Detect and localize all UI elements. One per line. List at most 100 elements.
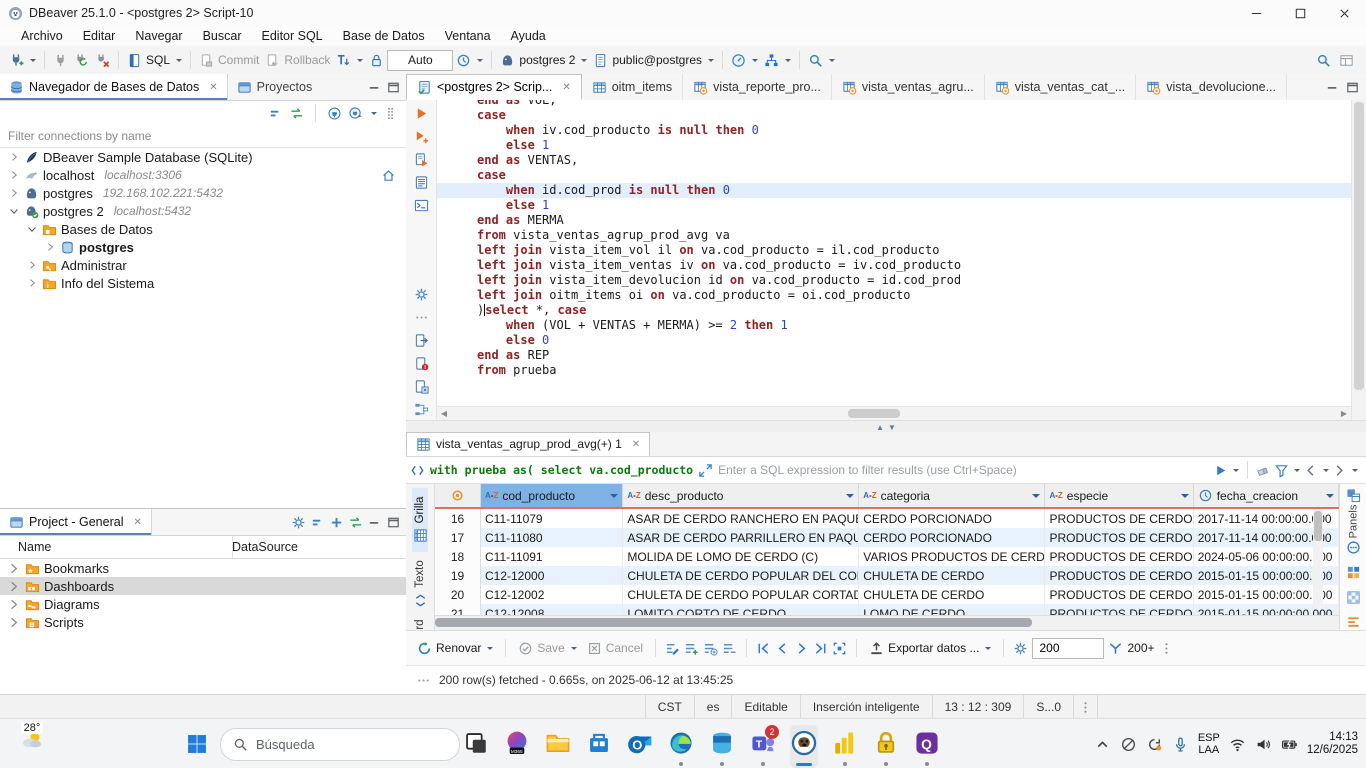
grid-cell[interactable]: PRODUCTOS DE CERDO [1045,585,1193,604]
grid-cell[interactable]: C11-11091 [481,547,623,566]
code-line[interactable]: end as REP [437,348,1351,363]
dropdown-caret[interactable] [357,59,363,65]
code-line[interactable]: else 0 [437,333,1351,348]
maximize-panel-icon[interactable] [386,80,401,95]
grid-cell[interactable]: CHULETA DE CERDO POPULAR CORTADA [623,585,859,604]
expander-icon[interactable] [6,615,21,630]
grid-vertical-scrollbar[interactable] [1313,509,1323,609]
tree-item-bases-de-datos[interactable]: Bases de Datos [0,220,406,238]
next-row-icon[interactable] [794,641,809,656]
new-connection-button[interactable] [6,51,39,70]
new-sql-editor-button[interactable]: SQL [124,51,185,70]
grid-cell[interactable]: C11-11079 [481,509,623,528]
fetch-next-icon[interactable] [1108,641,1123,656]
dropdown-caret[interactable] [829,59,835,65]
taskbar-microsoft-store[interactable] [585,725,613,768]
dropdown-caret[interactable] [581,59,587,65]
first-row-icon[interactable] [756,641,771,656]
filter-history-back-icon[interactable] [1303,463,1318,478]
clock[interactable]: 14:13 12/6/2025 [1307,731,1358,757]
panels-icon[interactable] [1346,488,1361,503]
rollback-button[interactable]: Rollback [262,51,333,70]
data-transfer-icon[interactable] [414,402,429,417]
grid-cell[interactable]: PRODUCTOS DE CERDO [1045,547,1193,566]
fetch-more-label[interactable]: 200+ [1127,641,1154,655]
menu-editar[interactable]: Editar [74,27,125,45]
tab-texto[interactable]: Texto [412,552,428,616]
grid-cell[interactable]: PRODUCTOS DE CERDO [1045,509,1193,528]
filter-history-forward-icon[interactable] [1332,463,1347,478]
filter-connections-icon[interactable] [348,106,363,121]
grid-cell[interactable]: CERDO PORCIONADO [859,509,1045,528]
code-line[interactable]: when (VOL + VENTAS + MERMA) >= 2 then 1 [437,318,1351,333]
project-item-diagrams[interactable]: Diagrams [0,595,406,613]
dropdown-caret[interactable] [571,647,577,653]
value-viewer-icon[interactable] [1346,540,1361,555]
code-line[interactable]: from vista_ventas_agrup_prod_avg va [437,228,1351,243]
grid-cell[interactable]: PRODUCTOS DE CERDO [1045,604,1193,615]
editor-tab-vista-ventas-cat[interactable]: vista_ventas_cat_... [985,74,1136,100]
grid-cell[interactable]: PRODUCTOS DE CERDO [1045,566,1193,585]
dropdown-caret[interactable] [785,59,791,65]
taskbar-outlook[interactable]: O [626,725,654,768]
save-button[interactable]: Save [515,639,579,658]
grid-cell[interactable]: CERDO PORCIONADO [859,528,1045,547]
row-number[interactable]: 17 [435,528,481,547]
tree-item-info-del-sistema[interactable]: i Info del Sistema [0,274,406,292]
code-line[interactable]: end as VOL, [437,100,1351,108]
tree-item-administrar[interactable]: Administrar [0,256,406,274]
project-item-bookmarks[interactable]: Bookmarks [0,559,406,577]
search-button[interactable] [805,51,838,70]
close-icon[interactable]: ✕ [562,82,570,93]
column-header-cod-producto[interactable]: A-Zcod_producto [481,484,623,507]
code-line[interactable]: else 1 [437,138,1351,153]
column-name[interactable]: Name [0,540,232,554]
column-menu-icon[interactable] [846,494,854,502]
collapse-up-icon[interactable]: ▲ [876,423,884,432]
grid-cell[interactable]: ASAR DE CERDO RANCHERO EN PAQUETE [623,509,859,528]
hidden-icons-icon[interactable] [1120,736,1137,753]
row-number[interactable]: 21 [435,604,481,615]
taskbar-power-bi[interactable] [831,725,859,768]
taskbar-file-explorer[interactable] [544,725,572,768]
grid-corner[interactable] [435,484,481,507]
grid-cell[interactable]: CHULETA DE CERDO [859,585,1045,604]
code-line[interactable]: left join vista_item_vol il on va.cod_pr… [437,243,1351,258]
transaction-mode-button[interactable] [333,51,366,70]
volume-icon[interactable] [1255,736,1272,753]
refresh-button[interactable]: Renovar [414,639,496,658]
dropdown-caret[interactable] [487,647,493,653]
column-header-desc-producto[interactable]: A-Zdesc_producto [623,484,859,507]
dropdown-caret[interactable] [477,59,483,65]
expander-icon[interactable] [26,223,38,235]
editor-settings-icon[interactable] [414,287,429,302]
project-item-dashboards[interactable]: Dashboards [0,577,406,595]
execute-script-icon[interactable] [414,152,429,167]
taskbar-search[interactable]: Búsqueda [220,728,460,761]
column-menu-icon[interactable] [1032,494,1040,502]
maximize-panel-icon[interactable] [386,515,401,530]
maximize-editor-icon[interactable] [1345,80,1360,95]
expander-icon[interactable] [8,151,20,163]
editor-tab-vista-devolucione[interactable]: vista_devolucione... [1136,74,1287,100]
row-number[interactable]: 19 [435,566,481,585]
filter-query-text[interactable]: with prueba as( select va.cod_producto [430,463,693,477]
execute-statement-icon[interactable] [414,106,429,121]
expander-icon[interactable] [26,277,38,289]
grid-cell[interactable]: CHULETA DE CERDO [859,566,1045,585]
dropdown-caret[interactable] [985,647,991,653]
grid-cell[interactable]: LOMITO CORTO DE CERDO [623,604,859,615]
taskbar-q-app[interactable]: Q [913,725,941,768]
editor-tab-vista-ventas-agru[interactable]: vista_ventas_agru... [832,74,985,100]
metadata-panel-icon[interactable] [1346,590,1361,605]
dashboard-button[interactable] [728,51,761,70]
scroll-left-icon[interactable]: ◀ [437,407,451,420]
export-button[interactable]: Exportar datos ... [866,639,994,658]
comm-mode-select[interactable]: Auto [387,50,453,71]
expander-icon[interactable] [44,241,56,253]
editor-tab-vista-reporte-pro[interactable]: vista_reporte_pro... [683,74,832,100]
aggregate-panel-icon[interactable] [1346,565,1361,580]
grid-row[interactable]: 17 C11-11080ASAR DE CERDO PARRILLERO EN … [435,528,1339,547]
scrollbar-thumb[interactable] [1354,102,1364,390]
tab-database-navigator[interactable]: Navegador de Bases de Datos ✕ [0,74,228,100]
